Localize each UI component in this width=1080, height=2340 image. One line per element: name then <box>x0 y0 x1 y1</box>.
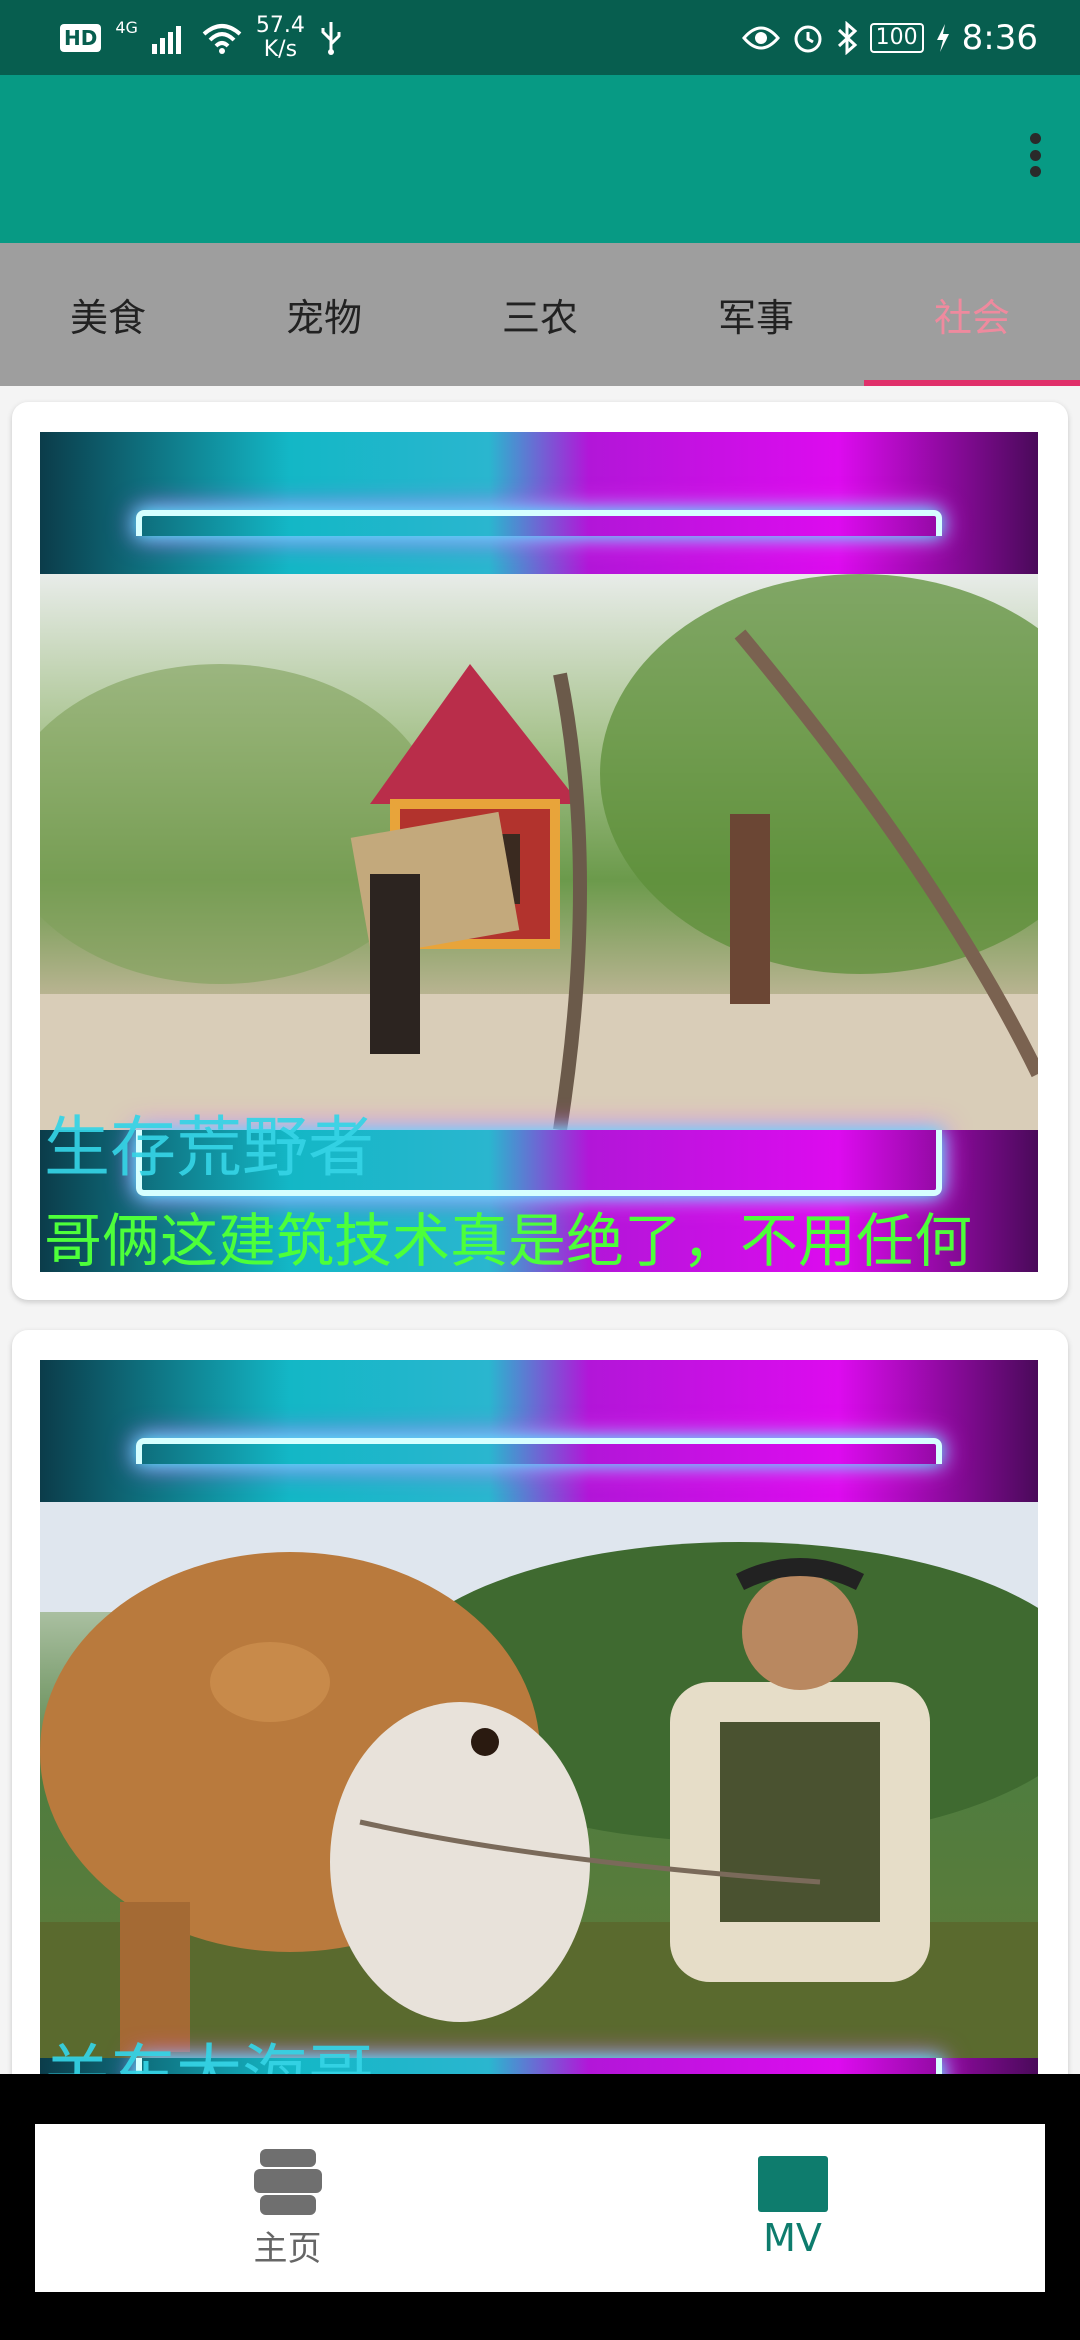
battery-icon: 100 <box>869 23 924 53</box>
tab-meishi[interactable]: 美食 <box>0 243 216 386</box>
neon-frame-top <box>40 1360 1038 1502</box>
nav-mv[interactable]: MV <box>540 2124 1045 2292</box>
signal-icon <box>151 26 181 54</box>
speed-value: 57.4 <box>255 13 305 38</box>
eye-icon <box>741 26 780 50</box>
status-left: HD 4G 57.4 K/s <box>60 14 343 62</box>
more-vert-icon[interactable] <box>1020 125 1050 185</box>
hd-badge: HD <box>60 24 102 52</box>
status-bar: HD 4G 57.4 K/s 100 8:36 <box>0 0 1080 75</box>
tab-chongwu[interactable]: 宠物 <box>216 243 432 386</box>
clock: 8:36 <box>961 18 1038 58</box>
category-tab-bar: 美食 宠物 三农 军事 社会 <box>0 243 1080 386</box>
video-card[interactable]: 关东大海哥 <box>12 1330 1068 2074</box>
video-card[interactable]: 生存荒野者 哥俩这建筑技术真是绝了，不用任何 <box>12 402 1068 1300</box>
wifi-icon <box>202 24 242 54</box>
cow-man-scene-image <box>40 1502 1038 2058</box>
status-right: 100 8:36 <box>741 14 1038 62</box>
bluetooth-icon <box>837 21 857 55</box>
neon-frame-top <box>40 432 1038 574</box>
nav-home-label: 主页 <box>253 2228 322 2269</box>
tab-shehui[interactable]: 社会 <box>864 243 1080 386</box>
video-channel-name: 生存荒野者 <box>44 1109 374 1186</box>
square-icon <box>757 2156 828 2212</box>
thumbnail-photo <box>40 574 1038 1130</box>
alarm-icon <box>794 25 822 53</box>
nav-home[interactable]: 主页 <box>35 2124 540 2292</box>
tab-sannong[interactable]: 三农 <box>432 243 648 386</box>
network-speed: 57.4 K/s <box>256 14 305 62</box>
video-channel-name: 关东大海哥 <box>44 2022 374 2074</box>
video-list[interactable]: 生存荒野者 哥俩这建筑技术真是绝了，不用任何 <box>0 386 1080 2074</box>
network-type: 4G <box>115 18 138 37</box>
speed-unit: K/s <box>263 37 298 62</box>
nav-mv-label: MV <box>763 2216 822 2260</box>
video-thumbnail[interactable]: 关东大海哥 <box>40 1360 1038 2074</box>
usb-icon <box>321 22 341 55</box>
bottom-navigation: 主页 MV <box>35 2124 1045 2292</box>
video-title: 哥俩这建筑技术真是绝了，不用任何 <box>44 1207 973 1272</box>
thumbnail-photo <box>40 1502 1038 2058</box>
video-thumbnail[interactable]: 生存荒野者 哥俩这建筑技术真是绝了，不用任何 <box>40 432 1038 1272</box>
charging-icon <box>936 24 949 52</box>
hut-scene-image <box>40 574 1038 1130</box>
tab-junshi[interactable]: 军事 <box>648 243 864 386</box>
stack-icon <box>253 2148 322 2215</box>
app-bar <box>0 75 1080 243</box>
